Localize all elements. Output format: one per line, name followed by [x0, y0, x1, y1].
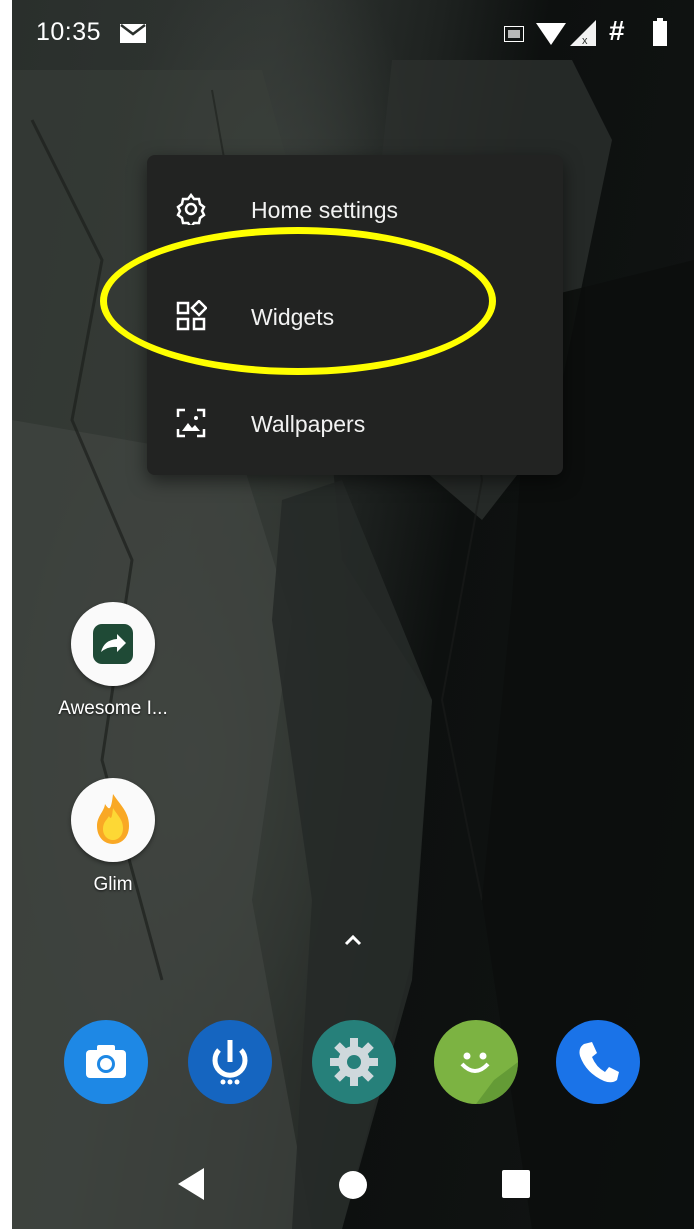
cast-icon — [504, 26, 524, 42]
menu-item-widgets[interactable]: Widgets — [147, 266, 563, 366]
dock-messenger[interactable] — [434, 1020, 518, 1104]
flame-icon — [97, 794, 129, 844]
signal-icon: x — [570, 20, 596, 46]
battery-icon — [653, 18, 667, 46]
menu-item-label: Home settings — [251, 197, 399, 223]
widgets-icon — [176, 300, 207, 331]
status-bar: 10:35 x # — [12, 0, 694, 64]
home-screen: 10:35 x # Home settings Widgets Wallpape… — [12, 0, 694, 1229]
svg-text:x: x — [582, 35, 588, 46]
app-awesome[interactable]: Awesome I... — [48, 602, 178, 720]
app-label: Awesome I... — [58, 698, 168, 719]
phone-icon — [579, 1042, 619, 1083]
home-options-menu: Home settings Widgets Wallpapers — [147, 155, 563, 475]
dock-phone[interactable] — [556, 1020, 640, 1104]
wallpaper-icon — [176, 408, 206, 438]
status-time: 10:35 — [36, 18, 102, 46]
app-icon-circle — [71, 602, 155, 686]
camera-icon — [86, 1045, 126, 1078]
home-icon[interactable] — [338, 1170, 368, 1200]
gear-icon — [176, 193, 206, 225]
settings-icon — [330, 1038, 378, 1086]
hash-icon: # — [609, 15, 625, 46]
menu-item-home-settings[interactable]: Home settings — [147, 159, 563, 259]
messenger-icon — [460, 1052, 518, 1104]
share-arrow-icon — [93, 624, 133, 664]
menu-item-label: Wallpapers — [251, 411, 366, 437]
dock-settings[interactable] — [312, 1020, 396, 1104]
gmail-icon — [120, 24, 146, 43]
wifi-icon — [536, 23, 566, 45]
menu-item-label: Widgets — [251, 304, 335, 330]
menu-item-wallpapers[interactable]: Wallpapers — [147, 373, 563, 473]
app-drawer-arrow-icon[interactable] — [340, 930, 366, 950]
app-glim[interactable]: Glim — [48, 778, 178, 896]
back-icon[interactable] — [176, 1168, 206, 1200]
app-icon-circle — [71, 778, 155, 862]
recents-icon[interactable] — [502, 1170, 530, 1198]
power-icon — [212, 1040, 248, 1085]
dock-power[interactable] — [188, 1020, 272, 1104]
dock-camera[interactable] — [64, 1020, 148, 1104]
app-label: Glim — [93, 874, 133, 895]
